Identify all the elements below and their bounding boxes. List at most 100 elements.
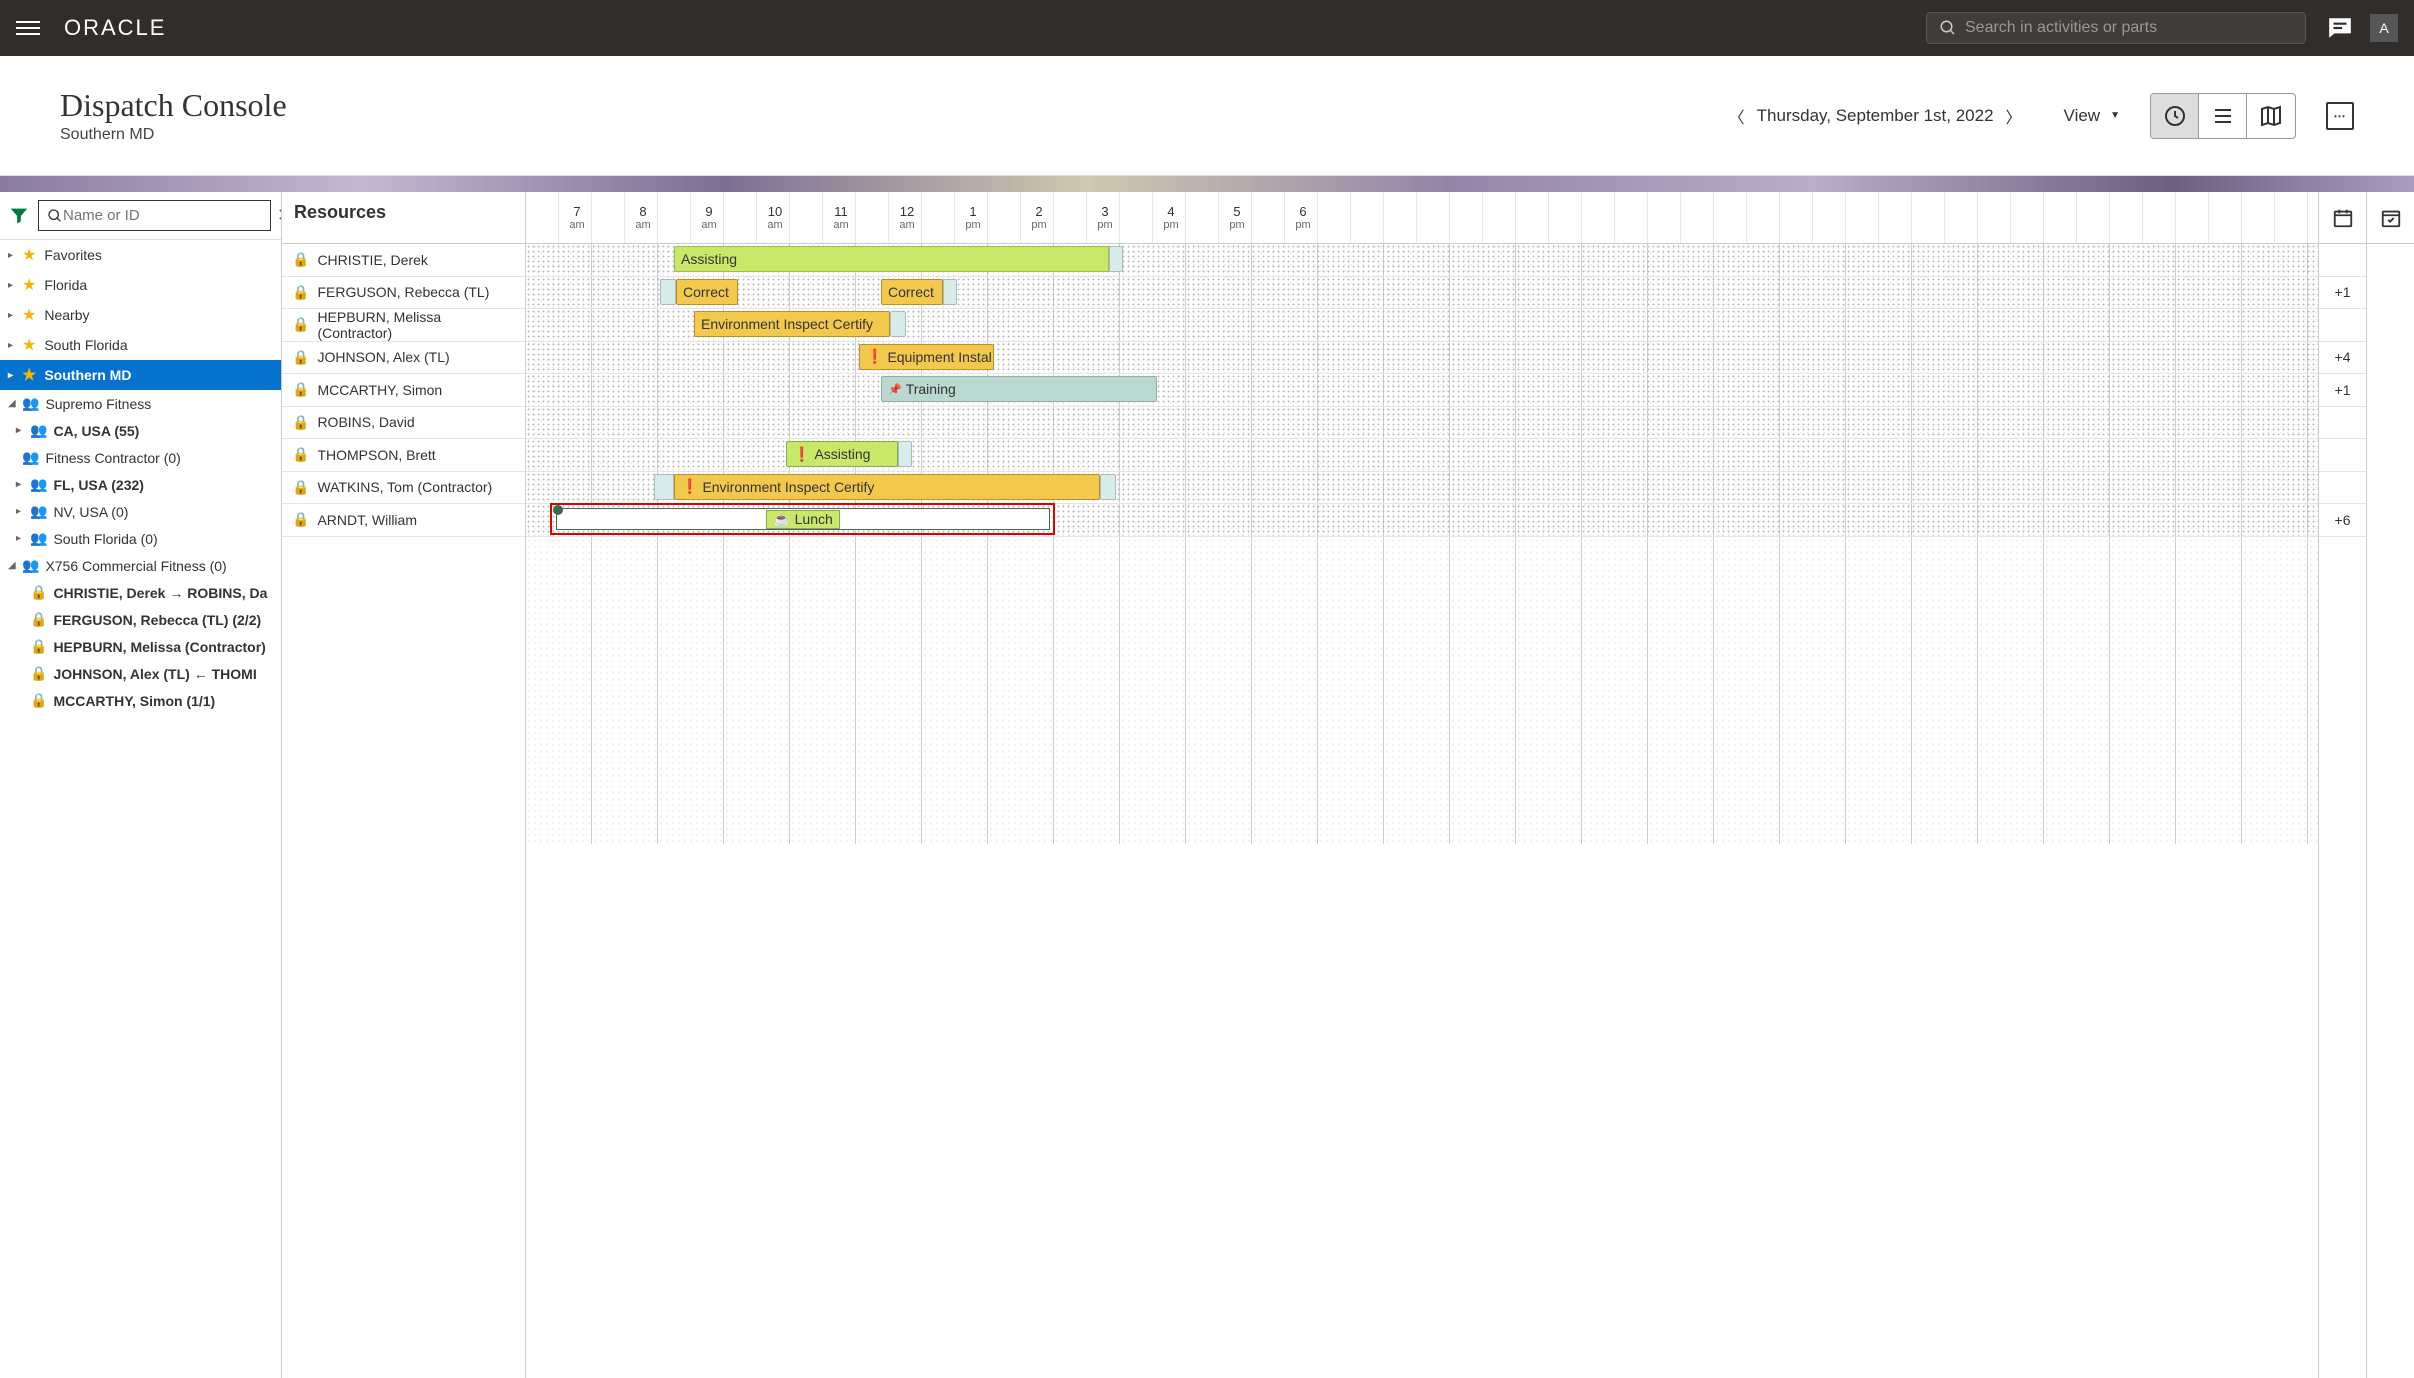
tree-mccarthy[interactable]: 🔒MCCARTHY, Simon (1/1) [0,687,281,714]
overflow-count[interactable]: +4 [2319,342,2366,375]
tree-south-florida-grp[interactable]: ▸👥South Florida (0) [0,525,281,552]
overflow-count[interactable] [2319,244,2366,277]
resource-row[interactable]: 🔒JOHNSON, Alex (TL) [282,342,525,375]
tree-florida[interactable]: ▸★Florida [0,270,281,300]
date-navigator: 〈 Thursday, September 1st, 2022 〉 [1717,104,2034,128]
activity-block[interactable] [890,311,906,337]
next-day-button[interactable]: 〉 [1994,104,2034,128]
calendar-check-icon[interactable] [2367,192,2414,244]
calendar-day-icon[interactable] [2319,192,2366,244]
timeline-row[interactable]: ❗Assisting [526,439,2318,472]
lock-icon: 🔒 [292,381,309,398]
prev-day-button[interactable]: 〈 [1717,104,1757,128]
main-content: ✕ ▸★Favorites ▸★Florida ▸★Nearby ▸★South… [0,192,2414,1378]
timeline-row[interactable]: Correct Correct [526,277,2318,310]
star-icon: ★ [22,275,36,295]
tree-ferguson[interactable]: 🔒FERGUSON, Rebecca (TL) (2/2) [0,606,281,633]
resource-row[interactable]: 🔒ARNDT, William [282,504,525,537]
tree-favorites[interactable]: ▸★Favorites [0,240,281,270]
tree-fitness-contractor[interactable]: 👥Fitness Contractor (0) [0,444,281,471]
overflow-count[interactable] [2319,439,2366,472]
user-avatar[interactable]: A [2370,14,2398,42]
global-search[interactable] [1926,12,2306,44]
activity-label: Equipment Instal [887,349,991,365]
tree-label: Nearby [44,307,89,323]
activity-assisting[interactable]: ❗Assisting [786,441,898,467]
tree-south-florida[interactable]: ▸★South Florida [0,330,281,360]
tree-ca-usa[interactable]: ▸👥CA, USA (55) [0,417,281,444]
resource-search[interactable] [38,200,271,231]
global-search-input[interactable] [1965,19,2293,37]
resource-row[interactable]: 🔒MCCARTHY, Simon [282,374,525,407]
resource-row[interactable]: 🔒WATKINS, Tom (Contractor) [282,472,525,505]
tree-southern-md[interactable]: ▸★Southern MD [0,360,281,390]
activity-block[interactable] [660,279,676,305]
more-actions-button[interactable]: ⋯ [2326,102,2354,130]
resource-row[interactable]: 🔒HEPBURN, Melissa (Contractor) [282,309,525,342]
resource-row[interactable]: 🔒THOMPSON, Brett [282,439,525,472]
page-subtitle: Southern MD [60,126,287,144]
list-view-button[interactable] [2199,94,2247,138]
activity-lunch[interactable]: ☕ Lunch [556,508,1050,530]
lock-icon: 🔒 [292,251,309,268]
menu-button[interactable] [16,16,40,40]
lock-icon: 🔒 [30,665,47,682]
timeline-row[interactable] [526,407,2318,440]
resource-row[interactable]: 🔒CHRISTIE, Derek [282,244,525,277]
current-date[interactable]: Thursday, September 1st, 2022 [1757,106,1994,126]
timeline-row[interactable]: ❗Environment Inspect Certify [526,472,2318,505]
tree-nearby[interactable]: ▸★Nearby [0,300,281,330]
activity-block[interactable] [1100,474,1116,500]
activity-training[interactable]: 📌Training [881,376,1157,402]
timeline-body: Assisting Correct Correct Environment In… [526,244,2318,844]
page-title: Dispatch Console [60,87,287,124]
group-icon: 👥 [30,422,47,439]
activity-correct[interactable]: Correct [881,279,943,305]
tree-x756[interactable]: ◢👥X756 Commercial Fitness (0) [0,552,281,579]
time-view-button[interactable] [2151,94,2199,138]
overflow-count[interactable] [2319,407,2366,440]
tree-christie[interactable]: 🔒CHRISTIE, Derek → ROBINS, Da [0,579,281,606]
calendar-column [2366,192,2414,1378]
cup-icon: ☕ [773,511,790,528]
resource-row[interactable]: 🔒FERGUSON, Rebecca (TL) [282,277,525,310]
activity-block[interactable] [943,279,957,305]
view-dropdown[interactable]: View ▼ [2064,106,2120,126]
overflow-count[interactable]: +1 [2319,374,2366,407]
tree-hepburn[interactable]: 🔒HEPBURN, Melissa (Contractor) [0,633,281,660]
timeline-row[interactable]: Environment Inspect Certify [526,309,2318,342]
tree-fl-usa[interactable]: ▸👥FL, USA (232) [0,471,281,498]
activity-block[interactable] [1109,246,1123,272]
overflow-count[interactable] [2319,472,2366,505]
map-icon [2259,104,2283,128]
activity-block[interactable] [654,474,674,500]
tree-nv-usa[interactable]: ▸👥NV, USA (0) [0,498,281,525]
timeline-row[interactable]: ❗Equipment Instal [526,342,2318,375]
lock-icon: 🔒 [292,511,309,528]
map-view-button[interactable] [2247,94,2295,138]
resource-search-input[interactable] [63,207,262,224]
tree-label: CA, USA (55) [53,423,139,439]
top-header: ORACLE A [0,0,2414,56]
chat-icon[interactable] [2326,14,2354,42]
tree-johnson[interactable]: 🔒JOHNSON, Alex (TL) ← THOMI [0,660,281,687]
overflow-count[interactable]: +1 [2319,277,2366,310]
timeline-row[interactable]: 📌Training [526,374,2318,407]
overflow-count[interactable] [2319,309,2366,342]
activity-env-inspect[interactable]: Environment Inspect Certify [694,311,890,337]
activity-equipment[interactable]: ❗Equipment Instal [859,344,994,370]
resource-row[interactable]: 🔒ROBINS, David [282,407,525,440]
tree-label: Florida [44,277,87,293]
group-icon: 👥 [22,449,39,466]
activity-block[interactable] [898,441,912,467]
tree-supremo[interactable]: ◢👥Supremo Fitness [0,390,281,417]
activity-env-inspect[interactable]: ❗Environment Inspect Certify [674,474,1100,500]
activity-assisting[interactable]: Assisting [674,246,1109,272]
overflow-count[interactable]: +6 [2319,504,2366,537]
timeline-row[interactable]: ☕ Lunch [526,504,2318,537]
filter-icon[interactable] [8,204,30,228]
timeline-row[interactable]: Assisting [526,244,2318,277]
time-slot: 2pm [1006,192,1072,243]
activity-label: Lunch [795,511,833,527]
activity-correct[interactable]: Correct [676,279,738,305]
